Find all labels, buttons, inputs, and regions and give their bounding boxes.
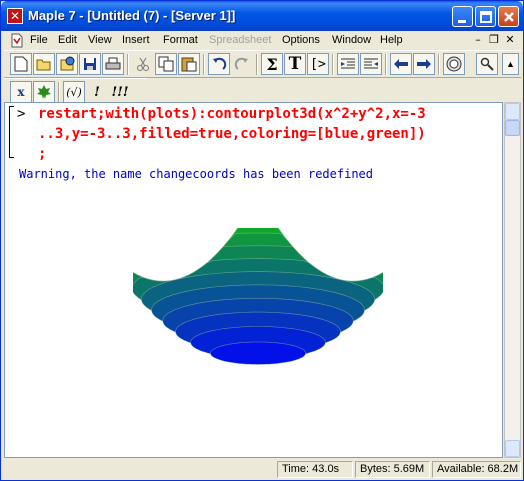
input-prompt: > [17,106,26,122]
math-input-label: x [17,85,25,99]
command-line-1[interactable]: restart;with(plots):contourplot3d(x^2+y^… [38,106,426,122]
sigma-math-icon[interactable]: Σ [261,53,283,75]
toolbar-separator [385,54,387,75]
maple-leaf-icon[interactable] [33,81,55,103]
scroll-thumb[interactable] [505,120,520,136]
print-icon[interactable] [102,53,124,75]
undo-icon[interactable] [208,53,230,75]
redo-icon[interactable] [231,53,253,75]
menu-help[interactable]: Help [380,34,403,46]
menu-format[interactable]: Format [163,34,198,46]
mdi-minimize-button[interactable]: – [470,33,486,47]
mdi-restore-button[interactable]: ❐ [486,33,502,47]
scroll-up-button[interactable] [505,103,520,120]
menu-view[interactable]: View [88,34,112,46]
maximize-button[interactable] [475,6,496,27]
scroll-down-button[interactable] [505,440,520,457]
toolbar-separator [203,54,205,75]
status-bar: Time: 43.0s Bytes: 5.69M Available: 68.2… [4,459,521,479]
paste-icon[interactable] [178,53,200,75]
status-bytes: Bytes: 5.69M [355,461,430,478]
indent-left-icon[interactable] [337,53,359,75]
maple-window: ✕ Maple 7 - [Untitled (7) - [Server 1]] … [0,0,524,481]
status-time: Time: 43.0s [277,461,353,478]
insert-prompt-icon[interactable]: [> [307,53,329,75]
worksheet[interactable]: > restart;with(plots):contourplot3d(x^2+… [4,102,503,458]
status-available: Available: 68.2M [432,461,521,478]
close-button[interactable] [498,6,519,27]
execute-block-label: ! [94,84,100,100]
warning-message: Warning, the name changecoords has been … [19,167,374,181]
menu-file[interactable]: File [30,34,48,46]
command-line-2[interactable]: ..3,y=-3..3,filled=true,coloring=[blue,g… [38,126,426,142]
forward-arrow-icon[interactable] [413,53,435,75]
execute-worksheet-label: !!! [111,84,129,100]
open-folder-icon[interactable] [33,53,55,75]
back-arrow-icon[interactable] [390,53,412,75]
window-title: Maple 7 - [Untitled (7) - [Server 1]] [28,8,236,23]
save-icon[interactable] [79,53,101,75]
zoom-icon[interactable] [476,53,498,75]
minimize-button[interactable] [452,6,473,27]
new-file-icon[interactable] [10,53,32,75]
stop-icon[interactable] [443,53,465,75]
toolbar-scroll-button[interactable]: ▲ [502,53,519,75]
menu-spreadsheet[interactable]: Spreadsheet [209,34,271,46]
math-input-button[interactable]: x [10,81,32,103]
vertical-scrollbar[interactable] [504,102,521,458]
menu-window[interactable]: Window [332,34,371,46]
execute-worksheet-button[interactable]: !!! [109,81,131,103]
mdi-close-button[interactable]: ✕ [502,33,518,47]
toolbar-separator [58,82,60,103]
main-toolbar: Σ T [> ▲ [4,50,521,78]
contour-band [210,341,306,365]
toolbar-separator [438,54,440,75]
toolbar-separator [127,54,129,75]
document-icon[interactable] [9,33,25,48]
maple-leaf-icon[interactable]: ✕ [7,8,23,24]
toolbar-separator [332,54,334,75]
evaluate-selection-label: (√) [66,85,82,99]
cut-icon[interactable] [132,53,154,75]
menu-options[interactable]: Options [282,34,320,46]
command-line-3[interactable]: ; [38,146,46,162]
indent-right-icon[interactable] [360,53,382,75]
toolbar-separator [256,54,258,75]
text-mode-icon[interactable]: T [284,53,306,75]
menu-insert[interactable]: Insert [122,34,150,46]
copy-icon[interactable] [155,53,177,75]
open-url-icon[interactable] [56,53,78,75]
menu-bar: File Edit View Insert Format Spreadsheet… [4,31,521,50]
evaluate-selection-button[interactable]: (√) [63,81,85,103]
execute-block-button[interactable]: ! [86,81,108,103]
contour-plot-3d[interactable] [133,228,383,403]
title-bar[interactable]: ✕ Maple 7 - [Untitled (7) - [Server 1]] [1,1,523,31]
menu-edit[interactable]: Edit [58,34,77,46]
execution-group-bracket[interactable] [9,106,14,158]
